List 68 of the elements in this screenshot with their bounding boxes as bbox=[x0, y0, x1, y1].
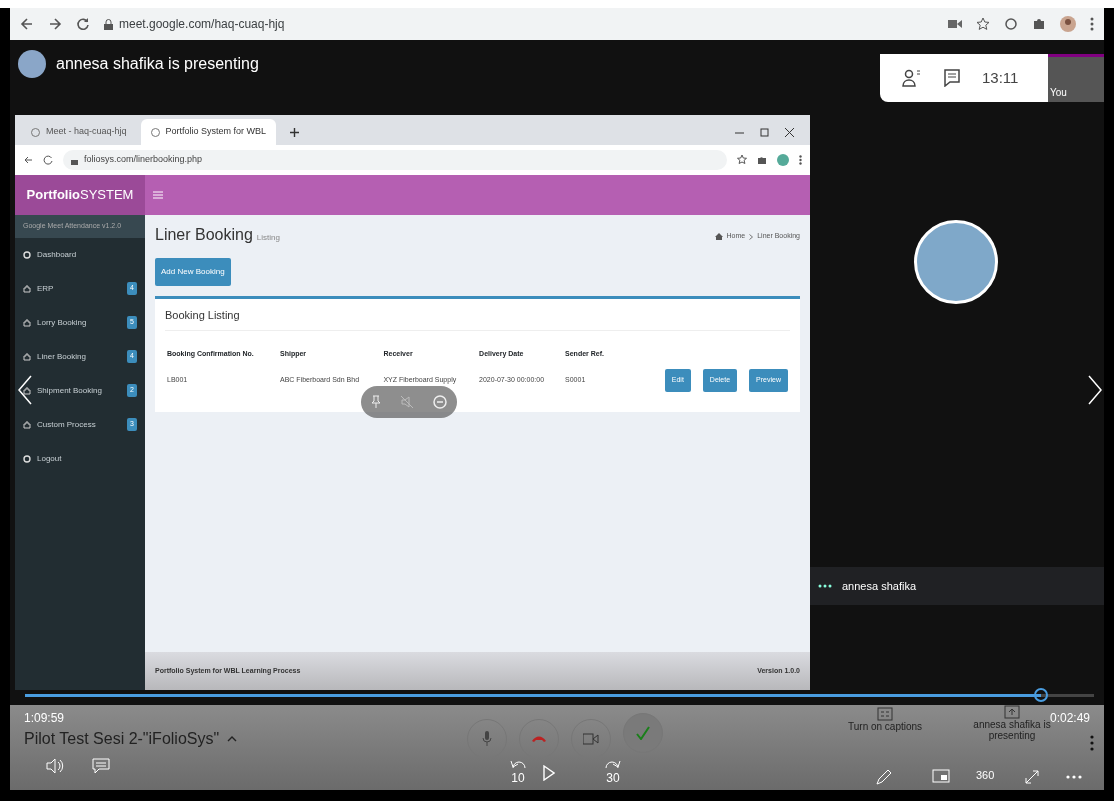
clock-time: 13:11 bbox=[982, 67, 1019, 88]
address-field[interactable]: meet.google.com/haq-cuaq-hjq bbox=[119, 15, 285, 33]
present-icon[interactable] bbox=[1004, 705, 1020, 719]
chat-icon[interactable] bbox=[944, 69, 960, 87]
microphone-icon bbox=[482, 731, 492, 747]
play-icon[interactable] bbox=[543, 765, 555, 781]
previous-chevron-icon[interactable] bbox=[18, 375, 32, 405]
captions-icon[interactable] bbox=[92, 758, 110, 774]
minus-circle-icon[interactable] bbox=[433, 395, 448, 409]
close-icon[interactable] bbox=[785, 128, 794, 137]
remaining-time: 0:02:49 bbox=[1050, 710, 1091, 725]
video-title: Pilot Test Sesi 2-"iFolioSys" bbox=[24, 729, 220, 749]
forward-seconds: 30 bbox=[606, 770, 620, 787]
check-icon bbox=[636, 726, 650, 740]
progress-thumb[interactable] bbox=[1033, 687, 1048, 702]
rewind-icon[interactable] bbox=[510, 759, 526, 769]
forward-icon[interactable] bbox=[605, 759, 621, 769]
mini-player-icon[interactable] bbox=[932, 769, 950, 783]
plus-icon bbox=[290, 127, 300, 137]
kebab-menu-icon[interactable] bbox=[1090, 17, 1094, 31]
back-arrow-icon[interactable] bbox=[23, 155, 33, 165]
vr-label[interactable]: 360 bbox=[976, 767, 995, 784]
lock-icon bbox=[104, 18, 113, 30]
sidebar-item[interactable]: Dashboard bbox=[15, 237, 145, 272]
reload-icon[interactable] bbox=[76, 17, 90, 31]
volume-icon[interactable] bbox=[46, 758, 64, 774]
self-tile-label: You bbox=[1049, 86, 1068, 100]
sidebar-item[interactable]: Logout bbox=[15, 441, 145, 476]
camera-icon bbox=[583, 733, 599, 745]
camera-icon bbox=[948, 19, 962, 29]
forward-arrow-icon[interactable] bbox=[48, 17, 62, 31]
chevron-right-icon bbox=[749, 233, 754, 240]
more-icon[interactable] bbox=[1066, 775, 1082, 779]
profile-avatar-icon[interactable] bbox=[777, 154, 789, 166]
elapsed-time: 1:09:59 bbox=[24, 710, 65, 727]
next-chevron-icon[interactable] bbox=[1088, 375, 1102, 405]
reload-icon[interactable] bbox=[43, 155, 53, 165]
people-icon[interactable] bbox=[902, 69, 922, 87]
circle-icon bbox=[23, 250, 31, 259]
profile-avatar-icon[interactable] bbox=[1060, 16, 1076, 32]
expand-icon[interactable] bbox=[1024, 769, 1040, 785]
captions-toggle-label[interactable]: Turn on captions bbox=[848, 721, 923, 732]
restore-icon[interactable] bbox=[760, 128, 769, 137]
rewind-seconds: 10 bbox=[511, 770, 525, 787]
star-icon[interactable] bbox=[737, 155, 747, 165]
extension-circle-icon[interactable] bbox=[1004, 17, 1018, 31]
browser-tab[interactable]: Portfolio System for WBL bbox=[140, 119, 277, 145]
presenter-avatar bbox=[18, 50, 46, 78]
page-title: Liner Booking bbox=[155, 225, 253, 245]
circle-icon bbox=[23, 454, 31, 463]
address-field[interactable]: foliosys.com/linerbooking.php bbox=[84, 153, 203, 167]
participant-name-bar: annesa shafika bbox=[810, 567, 1104, 605]
kebab-menu-icon[interactable] bbox=[1090, 735, 1094, 751]
caret-up-icon[interactable] bbox=[227, 736, 238, 742]
phone-icon bbox=[531, 735, 547, 743]
home-icon bbox=[714, 233, 723, 240]
page-subtitle: Listing bbox=[256, 232, 280, 244]
card-title: Booking Listing bbox=[165, 307, 790, 331]
presenter-banner-text: annesa shafika is presenting bbox=[56, 54, 259, 74]
presenting-label: annesa shafika is presenting bbox=[972, 719, 1051, 741]
pen-icon[interactable] bbox=[876, 769, 892, 785]
pin-icon[interactable] bbox=[370, 395, 381, 409]
browser-tab[interactable]: Meet - haq-cuaq-hjq bbox=[21, 119, 137, 145]
add-booking-button[interactable]: Add New Booking bbox=[155, 258, 231, 286]
star-icon[interactable] bbox=[976, 17, 990, 31]
back-arrow-icon[interactable] bbox=[20, 17, 34, 31]
kebab-menu-icon[interactable] bbox=[799, 155, 802, 165]
dots-icon bbox=[818, 584, 832, 588]
